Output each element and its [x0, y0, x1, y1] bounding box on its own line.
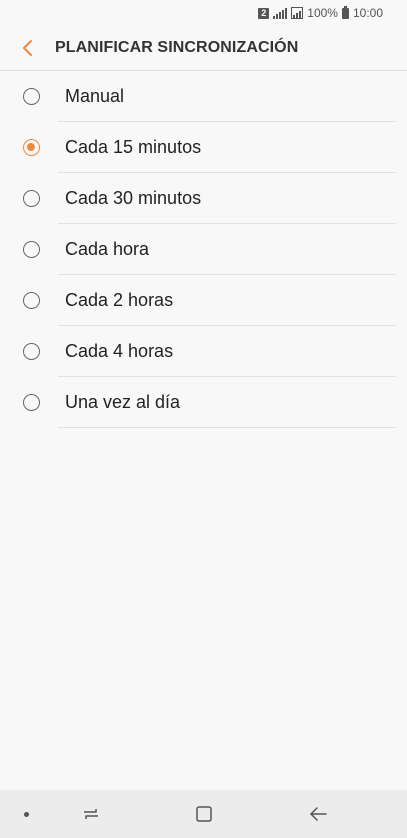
status-bar: 2 100% 10:00 [0, 0, 407, 26]
back-nav-button[interactable] [306, 802, 330, 826]
option-label: Cada 2 horas [65, 290, 174, 310]
option-cada-15-minutos[interactable]: Cada 15 minutos [0, 122, 407, 173]
chevron-left-icon [23, 40, 32, 56]
sync-schedule-list: Manual Cada 15 minutos Cada 30 minutos C… [0, 71, 407, 428]
home-icon [196, 806, 212, 822]
option-label: Una vez al día [65, 392, 181, 412]
option-cada-hora[interactable]: Cada hora [0, 224, 407, 275]
signal-icon-2 [291, 7, 304, 19]
nav-indicator-dot [24, 812, 29, 817]
radio-button[interactable] [23, 394, 40, 411]
option-cada-30-minutos[interactable]: Cada 30 minutos [0, 173, 407, 224]
option-label: Cada hora [65, 239, 150, 259]
radio-button[interactable] [23, 292, 40, 309]
navigation-bar [0, 790, 407, 838]
option-una-vez-al-dia[interactable]: Una vez al día [0, 377, 407, 428]
sim-badge: 2 [258, 7, 270, 19]
recents-icon [84, 809, 98, 819]
radio-button-selected[interactable] [23, 139, 40, 156]
option-label: Cada 4 horas [65, 341, 174, 361]
recents-button[interactable] [79, 802, 103, 826]
battery-icon [341, 5, 349, 19]
radio-button[interactable] [23, 190, 40, 207]
signal-icon [273, 7, 288, 19]
option-cada-4-horas[interactable]: Cada 4 horas [0, 326, 407, 377]
header: PLANIFICAR SINCRONIZACIÓN [0, 26, 407, 71]
divider [58, 427, 396, 428]
clock: 10:00 [352, 6, 383, 20]
battery-percentage: 100% [307, 6, 338, 20]
page-title: PLANIFICAR SINCRONIZACIÓN [55, 39, 299, 56]
option-cada-2-horas[interactable]: Cada 2 horas [0, 275, 407, 326]
radio-button[interactable] [23, 88, 40, 105]
radio-button[interactable] [23, 343, 40, 360]
radio-button[interactable] [23, 241, 40, 258]
option-label: Cada 30 minutos [65, 188, 202, 208]
back-button[interactable] [14, 28, 42, 68]
option-label: Cada 15 minutos [65, 137, 202, 157]
option-label: Manual [65, 86, 125, 106]
back-arrow-icon [310, 807, 327, 821]
option-manual[interactable]: Manual [0, 71, 407, 122]
home-button[interactable] [192, 802, 216, 826]
